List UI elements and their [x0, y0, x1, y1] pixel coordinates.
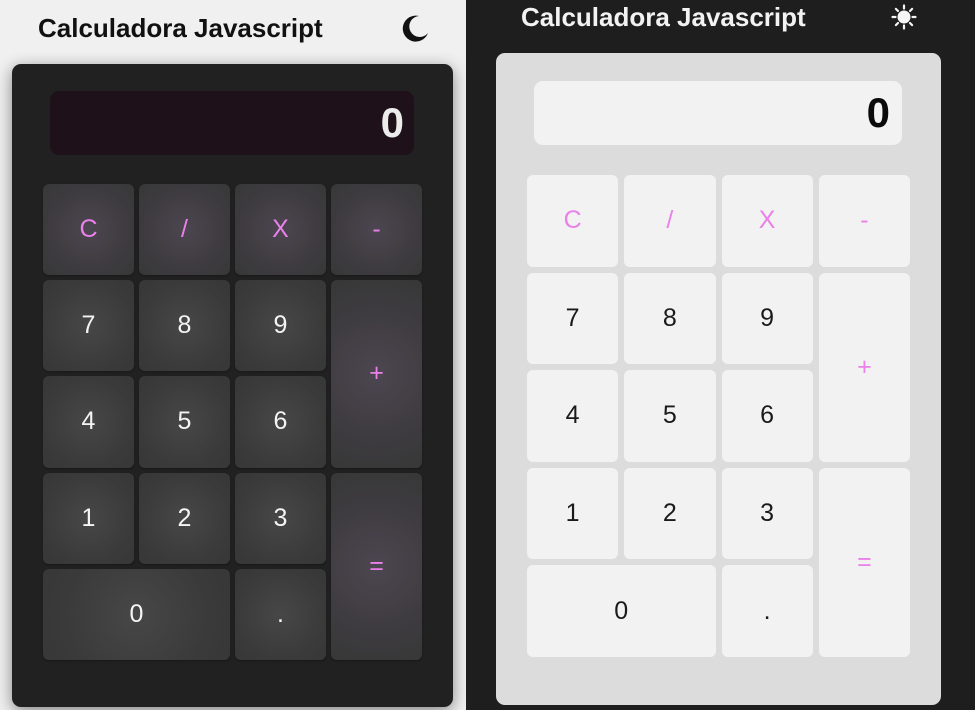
digit-9-button[interactable]: 9	[235, 280, 326, 372]
divide-button[interactable]: /	[624, 175, 716, 267]
subtract-button[interactable]: -	[818, 175, 910, 267]
moon-icon	[402, 15, 428, 42]
keypad: C / X - 7 8 9 + 4 5 6 1 2 3 = 0 .	[43, 184, 422, 660]
page-title: Calculadora Javascript	[521, 1, 806, 32]
digit-1-button[interactable]: 1	[527, 467, 619, 560]
decimal-button[interactable]: .	[721, 565, 813, 657]
digit-4-button[interactable]: 4	[527, 370, 619, 462]
light-theme-panel: Calculadora Javascript 0 C / X - 7 8 9 +…	[466, 0, 975, 710]
digit-8-button[interactable]: 8	[624, 272, 716, 365]
clear-button[interactable]: C	[527, 175, 619, 267]
divide-button[interactable]: /	[139, 184, 230, 276]
keypad: C / X - 7 8 9 + 4 5 6 1 2 3 = 0 .	[527, 175, 910, 657]
subtract-button[interactable]: -	[331, 184, 422, 276]
digit-0-button[interactable]: 0	[527, 565, 716, 657]
digit-5-button[interactable]: 5	[139, 376, 230, 468]
calculator: 0 C / X - 7 8 9 + 4 5 6 1 2 3 = 0 .	[12, 64, 453, 707]
digit-8-button[interactable]: 8	[139, 280, 230, 372]
sun-icon	[891, 4, 917, 30]
clear-button[interactable]: C	[43, 184, 134, 276]
theme-toggle-button[interactable]	[890, 3, 918, 31]
decimal-button[interactable]: .	[235, 568, 326, 660]
multiply-button[interactable]: X	[235, 184, 326, 276]
digit-2-button[interactable]: 2	[139, 472, 230, 564]
digit-3-button[interactable]: 3	[721, 467, 813, 560]
digit-7-button[interactable]: 7	[43, 280, 134, 372]
digit-7-button[interactable]: 7	[527, 272, 619, 365]
calculator-display: 0	[534, 81, 902, 145]
equals-button[interactable]: =	[818, 467, 910, 657]
header: Calculadora Javascript	[0, 8, 466, 48]
header: Calculadora Javascript	[466, 0, 975, 34]
digit-5-button[interactable]: 5	[624, 370, 716, 462]
digit-1-button[interactable]: 1	[43, 472, 134, 564]
add-button[interactable]: +	[331, 280, 422, 468]
dark-theme-panel: Calculadora Javascript 0 C / X - 7 8 9 +…	[0, 0, 466, 710]
theme-toggle-button[interactable]	[397, 10, 433, 46]
digit-3-button[interactable]: 3	[235, 472, 326, 564]
digit-9-button[interactable]: 9	[721, 272, 813, 365]
digit-0-button[interactable]: 0	[43, 568, 230, 660]
digit-6-button[interactable]: 6	[235, 376, 326, 468]
digit-6-button[interactable]: 6	[721, 370, 813, 462]
multiply-button[interactable]: X	[721, 175, 813, 267]
add-button[interactable]: +	[818, 272, 910, 462]
calculator-display: 0	[50, 91, 414, 155]
digit-2-button[interactable]: 2	[624, 467, 716, 560]
calculator: 0 C / X - 7 8 9 + 4 5 6 1 2 3 = 0 .	[496, 53, 941, 705]
equals-button[interactable]: =	[331, 472, 422, 660]
digit-4-button[interactable]: 4	[43, 376, 134, 468]
page-title: Calculadora Javascript	[38, 12, 323, 43]
